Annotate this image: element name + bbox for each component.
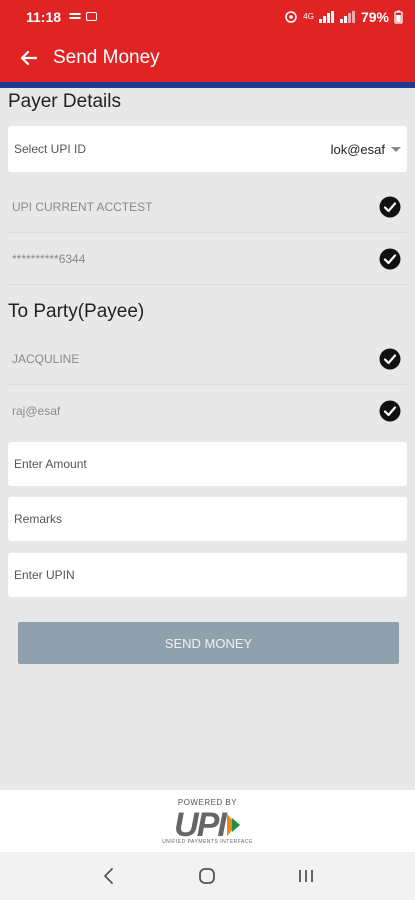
upi-logo-text: UPI: [174, 806, 227, 844]
system-navigation-bar: [0, 852, 415, 900]
hotspot-icon: [285, 10, 298, 23]
payee-section-title: To Party(Payee): [8, 301, 145, 322]
remarks-field[interactable]: Remarks: [8, 497, 407, 541]
notification-icons: [69, 12, 98, 22]
amount-field[interactable]: Enter Amount: [8, 442, 407, 486]
payee-vpa-row: raj@esaf: [8, 385, 407, 437]
network-type-label: 4G: [303, 12, 314, 21]
payer-account-number-row: **********6344: [8, 233, 407, 285]
check-circle-icon: [379, 400, 401, 422]
back-arrow-icon[interactable]: [19, 48, 39, 68]
check-circle-icon: [379, 348, 401, 369]
gallery-icon: [86, 12, 98, 21]
app-bar: Send Money: [0, 33, 415, 82]
dropdown-caret-icon: [391, 146, 401, 152]
status-time: 11:18: [26, 8, 62, 25]
upin-field[interactable]: Enter UPIN: [8, 553, 407, 597]
upi-footer: POWERED BY UPI UNIFIED PAYMENTS INTERFAC…: [0, 790, 415, 852]
remarks-placeholder: Remarks: [14, 512, 63, 526]
send-money-form: Payer Details Select UPI ID lok@esaf UPI…: [0, 88, 415, 790]
payer-section-title: Payer Details: [8, 91, 121, 112]
upi-arrow-icon: [226, 814, 240, 836]
nav-back-icon[interactable]: [99, 866, 119, 886]
signal-icon-2: [339, 10, 355, 23]
signal-icon: [318, 10, 334, 23]
payer-account-name-row: UPI CURRENT ACCTEST: [8, 181, 407, 233]
check-circle-icon: [379, 248, 401, 269]
upin-placeholder: Enter UPIN: [14, 568, 75, 582]
send-money-button[interactable]: SEND MONEY: [18, 622, 399, 664]
nav-recents-icon[interactable]: [296, 866, 316, 886]
upi-tagline: UNIFIED PAYMENTS INTERFACE: [162, 839, 253, 845]
upi-select-label: Select UPI ID: [14, 142, 87, 156]
battery-percent: 79%: [360, 8, 389, 25]
page-title: Send Money: [53, 46, 160, 68]
battery-icon: [394, 10, 403, 24]
payee-vpa: raj@esaf: [12, 404, 61, 418]
status-bar: 11:18 4G 79%: [0, 0, 415, 33]
payee-name: JACQULINE: [12, 351, 80, 366]
upi-logo: UPI: [174, 808, 241, 842]
nav-home-icon[interactable]: [197, 866, 217, 886]
payee-name-row: JACQULINE: [8, 333, 407, 385]
payer-account-number: **********6344: [12, 251, 86, 266]
upi-selected-value: lok@esaf: [330, 141, 385, 157]
upi-id-select[interactable]: Select UPI ID lok@esaf: [8, 126, 407, 172]
check-circle-icon: [379, 196, 401, 217]
payer-account-name: UPI CURRENT ACCTEST: [12, 199, 153, 214]
amount-placeholder: Enter Amount: [14, 457, 87, 471]
status-right: 4G 79%: [284, 9, 403, 25]
messages-icon: [69, 12, 81, 19]
